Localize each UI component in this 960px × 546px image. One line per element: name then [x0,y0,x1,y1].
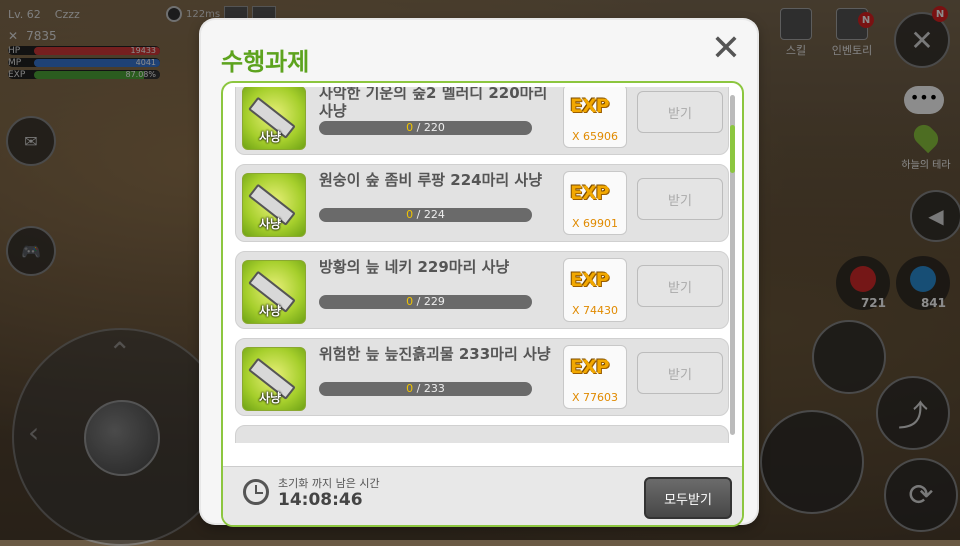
hunt-sword-icon: 사냥 [242,173,306,237]
quest-panel: 사냥 사악한 기운의 숲2 멜러디 220마리 사냥 0 / 220 EXP X … [221,81,744,527]
quest-progress: 0 / 220 [319,121,532,135]
quest-tag: 사냥 [259,130,282,144]
quest-title: 위험한 늪 늪진흙괴물 233마리 사냥 [319,345,551,363]
exp-reward-icon: EXP [570,269,610,291]
quest-progress-current: 0 [406,295,414,308]
claim-button[interactable]: 받기 [637,265,723,307]
reward-amount: X 74430 [571,304,619,317]
quest-tag: 사냥 [259,217,282,231]
reward-amount: X 69901 [571,217,619,230]
quest-progress-total: / 229 [416,295,445,308]
quest-reward: EXP X 77603 [563,345,627,409]
quest-title: 원숭이 숲 좀비 루팡 224마리 사냥 [319,171,543,189]
quest-title: 방황의 늪 네키 229마리 사냥 [319,258,510,276]
hunt-sword-icon: 사냥 [242,347,306,411]
quest-item [235,425,729,443]
reset-timer-value: 14:08:46 [278,490,363,510]
exp-reward-icon: EXP [570,356,610,378]
reward-amount: X 65906 [571,130,619,143]
quest-reward: EXP X 69901 [563,171,627,235]
quest-item: 사냥 방황의 늪 네키 229마리 사냥 0 / 229 EXP X 74430 … [235,251,729,329]
scrollbar[interactable] [730,95,735,435]
alarm-clock-icon [243,479,269,505]
quest-progress-current: 0 [406,382,414,395]
quest-item: 사냥 원숭이 숲 좀비 루팡 224마리 사냥 0 / 224 EXP X 699… [235,164,729,242]
claim-button[interactable]: 받기 [637,352,723,394]
quest-progress-total: / 233 [416,382,445,395]
claim-all-button[interactable]: 모두받기 [644,477,732,519]
quest-list[interactable]: 사냥 사악한 기운의 숲2 멜러디 220마리 사냥 0 / 220 EXP X … [235,87,730,443]
quest-progress: 0 / 224 [319,208,532,222]
quest-reward: EXP X 65906 [563,87,627,148]
quest-title: 사악한 기운의 숲2 멜러디 220마리 사냥 [319,87,548,120]
quest-item: 사냥 위험한 늪 늪진흙괴물 233마리 사냥 0 / 233 EXP X 776… [235,338,729,416]
quest-tag: 사냥 [259,304,282,318]
reset-timer-label: 초기화 까지 남은 시간 [278,477,380,490]
close-icon[interactable]: ✕ [709,31,743,67]
quest-progress: 0 / 233 [319,382,532,396]
quest-progress-current: 0 [406,121,414,134]
exp-reward-icon: EXP [570,95,610,117]
claim-button[interactable]: 받기 [637,178,723,220]
quest-progress-current: 0 [406,208,414,221]
claim-button[interactable]: 받기 [637,91,723,133]
scrollbar-thumb[interactable] [730,125,735,173]
modal-title: 수행과제 [221,48,310,76]
quest-progress-total: / 224 [416,208,445,221]
exp-reward-icon: EXP [570,182,610,204]
quest-progress-total: / 220 [416,121,445,134]
daily-tasks-modal: 수행과제 ✕ 사냥 사악한 기운의 숲2 멜러디 220마리 사냥 0 / 22… [201,20,757,527]
quest-tag: 사냥 [259,391,282,405]
modal-footer: 초기화 까지 남은 시간 14:08:46 모두받기 [223,466,742,525]
quest-item: 사냥 사악한 기운의 숲2 멜러디 220마리 사냥 0 / 220 EXP X … [235,87,729,155]
quest-reward: EXP X 74430 [563,258,627,322]
reward-amount: X 77603 [571,391,619,404]
hunt-sword-icon: 사냥 [242,260,306,324]
quest-progress: 0 / 229 [319,295,532,309]
hunt-sword-icon: 사냥 [242,87,306,150]
